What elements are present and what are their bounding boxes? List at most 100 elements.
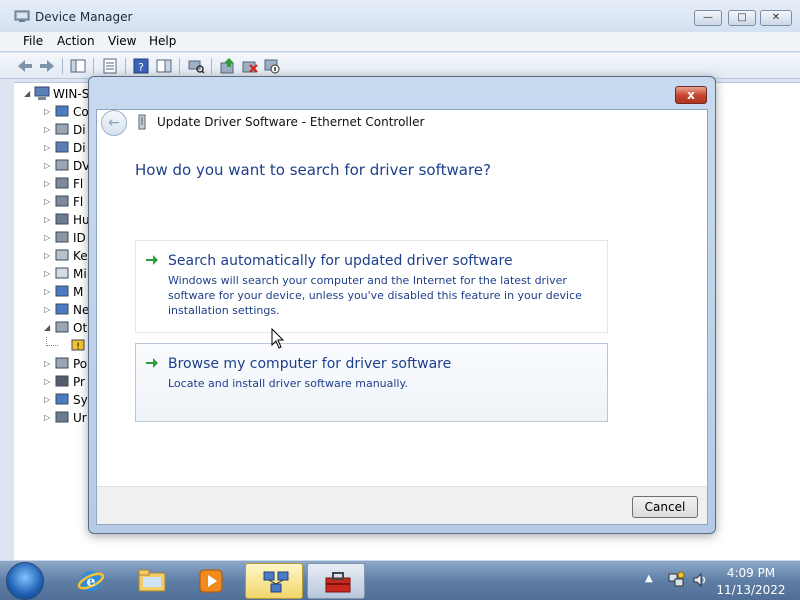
- system-devices-icon: [55, 393, 69, 405]
- keyboard-icon: [55, 249, 69, 261]
- network-adapter-icon: [55, 303, 69, 315]
- back-button[interactable]: ←: [101, 110, 127, 136]
- expand-icon[interactable]: ▷: [44, 107, 50, 116]
- tree-item-label: Sy: [73, 393, 88, 407]
- ethernet-device-icon: [138, 114, 146, 130]
- dialog-close-button[interactable]: x: [675, 86, 707, 104]
- internet-explorer-icon: e: [77, 571, 105, 591]
- expand-icon[interactable]: ▷: [44, 143, 50, 152]
- close-icon: x: [687, 88, 695, 102]
- menu-help[interactable]: Help: [149, 34, 176, 48]
- disable-icon[interactable]: [263, 57, 281, 75]
- tree-item-label: Mi: [73, 267, 87, 281]
- tree-item-label: Ne: [73, 303, 90, 317]
- network-icon[interactable]: [667, 571, 685, 589]
- show-hidden-icons-icon[interactable]: ▲: [645, 573, 653, 584]
- update-driver-icon[interactable]: [219, 57, 237, 75]
- window-title: Device Manager: [35, 10, 133, 24]
- expand-icon[interactable]: ▷: [44, 395, 50, 404]
- menu-view[interactable]: View: [108, 34, 136, 48]
- tree-item-label: Pr: [73, 375, 85, 389]
- expand-icon[interactable]: ▷: [44, 305, 50, 314]
- toolbar-separator: [211, 58, 212, 74]
- help-icon[interactable]: ?: [132, 57, 150, 75]
- forward-icon[interactable]: [38, 57, 56, 75]
- expand-icon[interactable]: ▷: [44, 377, 50, 386]
- close-button[interactable]: ✕: [760, 10, 792, 26]
- action-pane-icon[interactable]: [155, 57, 173, 75]
- dialog-question: How do you want to search for driver sof…: [135, 161, 491, 179]
- taskbar-media-player[interactable]: [182, 563, 240, 599]
- minimize-button[interactable]: —: [694, 10, 722, 26]
- minimize-icon: —: [703, 12, 713, 23]
- expand-icon[interactable]: ▷: [44, 413, 50, 422]
- mouse-cursor-icon: [271, 328, 285, 349]
- collapse-icon[interactable]: ◢: [24, 89, 30, 98]
- taskbar-toolbox[interactable]: [307, 563, 365, 599]
- search-automatically-option[interactable]: Search automatically for updated driver …: [135, 240, 608, 333]
- tree-item-label: Po: [73, 357, 88, 371]
- toolbox-icon: [325, 572, 351, 593]
- cancel-button[interactable]: Cancel: [632, 496, 698, 518]
- expand-icon[interactable]: ▷: [44, 269, 50, 278]
- clock-date[interactable]: 11/13/2022: [712, 583, 790, 597]
- svg-text:e: e: [87, 574, 96, 590]
- device-manager-titlebar[interactable]: Device Manager — □ ✕: [0, 0, 800, 32]
- uninstall-icon[interactable]: [241, 57, 259, 75]
- dvd-drive-icon: [55, 159, 69, 171]
- browse-computer-option[interactable]: Browse my computer for driver software L…: [135, 343, 608, 422]
- monitor-icon: [55, 285, 69, 297]
- expand-icon[interactable]: ▷: [44, 215, 50, 224]
- hid-icon: [55, 213, 69, 225]
- expand-icon[interactable]: ▷: [44, 233, 50, 242]
- tree-item-label: Di: [73, 141, 86, 155]
- computer-icon: [34, 86, 50, 100]
- expand-icon[interactable]: ▷: [44, 359, 50, 368]
- device-manager-icon: [263, 571, 289, 593]
- tree-root-label: WIN-S: [53, 87, 90, 101]
- taskbar: e ▲ 4:09 PM 11/13/2022: [0, 560, 800, 600]
- expand-icon[interactable]: ▷: [44, 179, 50, 188]
- show-hide-tree-icon[interactable]: [69, 57, 87, 75]
- expand-icon[interactable]: ▷: [44, 197, 50, 206]
- collapse-icon[interactable]: ◢: [44, 323, 50, 332]
- close-icon: ✕: [771, 12, 781, 23]
- tree-item-label: Ot: [73, 321, 88, 335]
- tree-item-label: ID: [73, 231, 86, 245]
- toolbar-separator: [125, 58, 126, 74]
- tree-item-label: Di: [73, 123, 86, 137]
- back-arrow-icon: ←: [108, 115, 120, 131]
- maximize-button[interactable]: □: [728, 10, 756, 26]
- option-title: Search automatically for updated driver …: [168, 253, 513, 269]
- properties-icon[interactable]: [101, 57, 119, 75]
- taskbar-windows-explorer[interactable]: [122, 563, 180, 599]
- dialog-content: ← Update Driver Software - Ethernet Cont…: [96, 109, 708, 525]
- menu-action[interactable]: Action: [57, 34, 95, 48]
- usb-controller-icon: [55, 411, 69, 423]
- taskbar-device-manager[interactable]: [245, 563, 303, 599]
- menu-bar: File Action View Help: [0, 32, 800, 52]
- tree-item-label: Fl: [73, 195, 84, 209]
- expand-icon[interactable]: ▷: [44, 287, 50, 296]
- tree-connector: [46, 337, 58, 346]
- tree-item-label: M: [73, 285, 84, 299]
- toolbar-separator: [179, 58, 180, 74]
- expand-icon[interactable]: ▷: [44, 125, 50, 134]
- taskbar-internet-explorer[interactable]: e: [62, 563, 120, 599]
- update-driver-dialog: x ← Update Driver Software - Ethernet Co…: [88, 76, 716, 534]
- volume-icon[interactable]: [692, 571, 708, 589]
- expand-icon[interactable]: ▷: [44, 251, 50, 260]
- disk-drive-icon: [55, 123, 69, 135]
- svg-text:?: ?: [138, 61, 144, 74]
- back-icon[interactable]: [16, 57, 34, 75]
- green-arrow-icon: [146, 358, 158, 368]
- expand-icon[interactable]: ▷: [44, 161, 50, 170]
- option-title: Browse my computer for driver software: [168, 356, 452, 372]
- clock-time[interactable]: 4:09 PM: [712, 566, 790, 580]
- menu-file[interactable]: File: [23, 34, 43, 48]
- tree-item-label: Ur: [73, 411, 87, 425]
- start-orb-icon[interactable]: [6, 562, 44, 600]
- mouse-icon: [55, 267, 69, 279]
- scan-hardware-icon[interactable]: [187, 57, 205, 75]
- media-player-icon: [199, 569, 223, 593]
